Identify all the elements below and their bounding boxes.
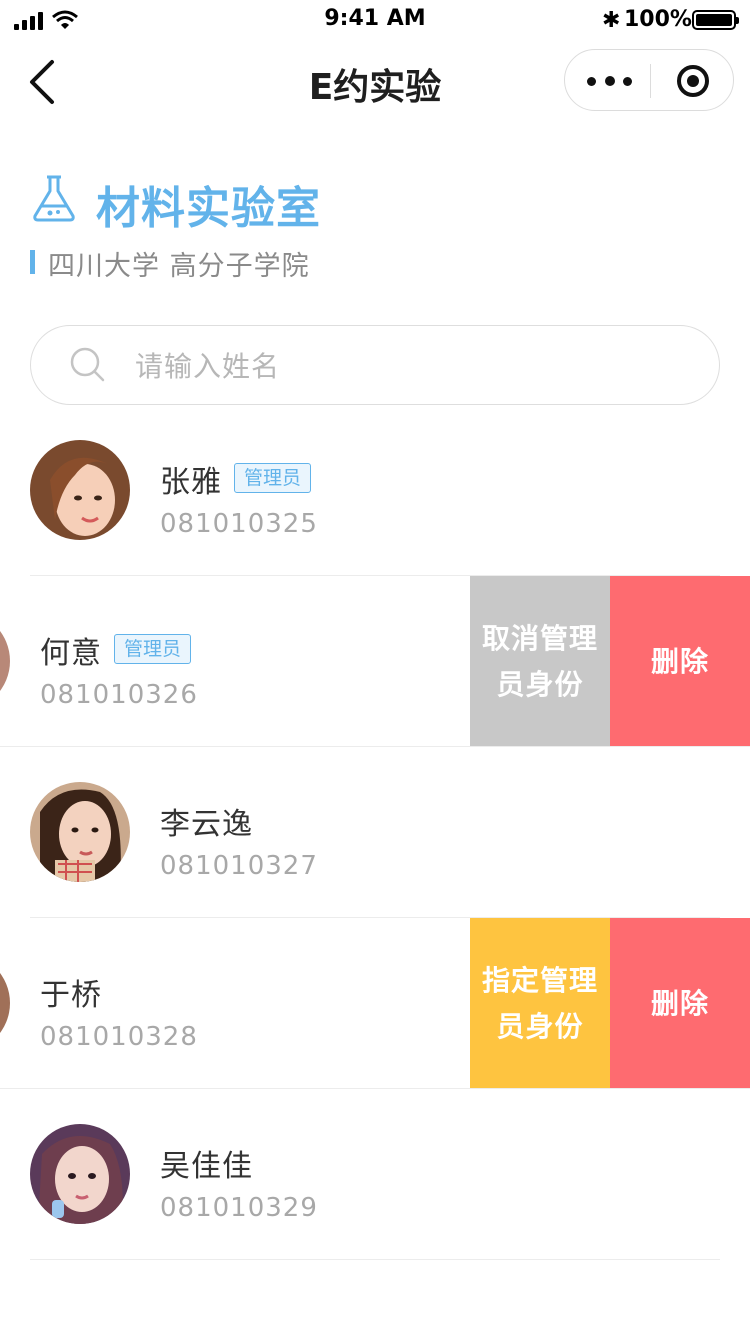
status-bar: 9:41 AM ✱ 100% — [0, 0, 750, 40]
search-box[interactable] — [30, 325, 720, 406]
battery-icon — [692, 10, 739, 30]
subtitle-accent-bar — [30, 250, 35, 274]
list-item[interactable]: 李云逸 081010327 — [0, 747, 750, 918]
admin-badge: 管理员 — [234, 463, 312, 493]
avatar — [0, 953, 10, 1053]
list-item[interactable]: 张雅 管理员 081010325 — [0, 405, 750, 576]
cancel-admin-button[interactable]: 取消管理 员身份 — [470, 576, 610, 747]
avatar — [30, 1124, 130, 1224]
mini-program-capsule — [564, 49, 734, 111]
member-name: 何意 — [40, 636, 102, 671]
search-icon — [70, 347, 105, 382]
delete-button[interactable]: 删除 — [610, 918, 750, 1089]
member-content: 张雅 管理员 081010325 — [0, 405, 750, 575]
admin-badge: 管理员 — [114, 634, 192, 664]
member-name: 李云逸 — [160, 807, 253, 842]
list-item[interactable]: 于桥 081010328 指定管理员身份 删除 — [0, 918, 750, 1089]
member-id: 081010327 — [160, 851, 318, 881]
list-item[interactable]: 吴佳佳 081010329 — [0, 1089, 750, 1260]
member-id: 081010326 — [40, 680, 198, 710]
capsule-divider — [650, 64, 651, 98]
list-item[interactable]: 何意 管理员 081010326 取消管理员身份 删除 — [0, 576, 750, 747]
lab-subtitle: 四川大学 高分子学院 — [48, 251, 310, 282]
member-name: 于桥 — [40, 978, 102, 1013]
cancel-admin-label-line1: 取消管理 — [481, 621, 598, 655]
assign-admin-label-line1: 指定管理 — [481, 963, 598, 997]
member-content: 李云逸 081010327 — [0, 747, 750, 917]
avatar — [30, 782, 130, 882]
member-name: 张雅 — [160, 465, 222, 500]
flask-icon — [33, 175, 75, 222]
member-id: 081010329 — [160, 1193, 318, 1223]
divider — [30, 1259, 720, 1260]
delete-button[interactable]: 删除 — [610, 576, 750, 747]
member-name: 吴佳佳 — [160, 1149, 253, 1184]
close-target-icon[interactable] — [675, 63, 711, 99]
battery-percent: 100% — [624, 7, 692, 32]
avatar — [0, 611, 10, 711]
assign-admin-label-line2: 员身份 — [496, 1009, 584, 1043]
member-id: 081010325 — [160, 509, 318, 539]
search-input[interactable] — [133, 326, 697, 406]
lab-name: 材料实验室 — [96, 183, 321, 234]
bluetooth-icon: ✱ — [602, 8, 621, 33]
cancel-admin-label-line2: 员身份 — [496, 667, 584, 701]
avatar — [30, 440, 130, 540]
more-icon[interactable] — [583, 68, 643, 94]
member-content: 吴佳佳 081010329 — [0, 1089, 750, 1259]
assign-admin-button[interactable]: 指定管理 员身份 — [470, 918, 610, 1089]
member-id: 081010328 — [40, 1022, 198, 1052]
